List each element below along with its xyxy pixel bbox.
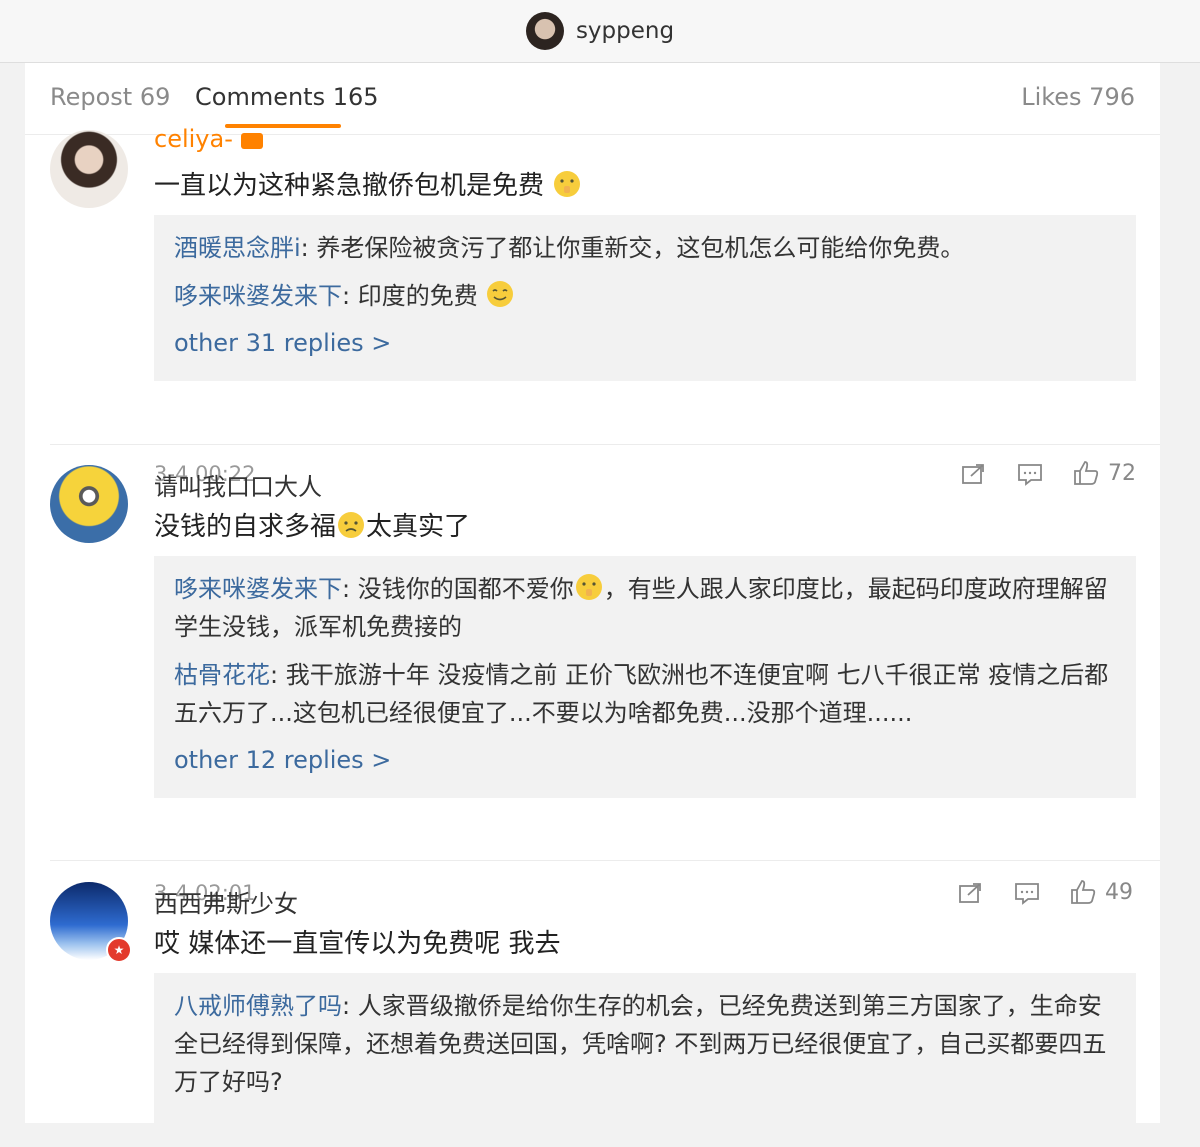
comment-text: 没钱的自求多福 太真实了 (154, 512, 471, 542)
shushing-face-icon (575, 574, 602, 600)
tab-likes[interactable]: Likes 796 (1021, 83, 1135, 111)
thumbs-up-icon (1074, 461, 1099, 485)
reply-username[interactable]: 八戒师傅熟了吗 (174, 992, 342, 1020)
tab-repost[interactable]: Repost 69 (50, 83, 170, 111)
reply-action[interactable] (1017, 462, 1043, 486)
comment-text: 一直以为这种紧急撤侨包机是免费 (154, 165, 582, 202)
verified-badge-icon: ★ (106, 937, 132, 963)
reply-item: 哆来咪婆发来下: 印度的免费 (174, 277, 1116, 315)
comment-username[interactable]: celiya- (154, 125, 263, 153)
repost-action[interactable] (958, 881, 984, 905)
like-count: 49 (1105, 879, 1133, 905)
reply-box: 八戒师傅熟了吗: 人家晋级撤侨是给你生存的机会，已经免费送到第三方国家了，生命安… (154, 973, 1136, 1123)
repost-action[interactable] (961, 462, 987, 486)
sad-face-icon (338, 512, 365, 538)
reply-item: 枯骨花花: 我干旅游十年 没疫情之前 正价飞欧洲也不连便宜啊 七八千很正常 疫情… (174, 661, 1109, 727)
share-icon (962, 464, 984, 484)
smirk-face-icon (487, 281, 514, 307)
reply-item: 哆来咪婆发来下: 没钱你的国都不爱你 ，有些人跟人家印度比，最起码印度政府理解留学… (174, 570, 1116, 646)
avatar[interactable] (50, 465, 128, 543)
divider (50, 860, 1160, 861)
divider (50, 444, 1160, 445)
like-action[interactable]: 72 (1072, 459, 1136, 487)
comment-username[interactable]: 请叫我口口大人 (154, 467, 322, 502)
avatar[interactable] (50, 130, 128, 208)
reply-item: 酒暖思念胖i: 养老保险被贪污了都让你重新交，这包机怎么可能给你免费。 (174, 234, 965, 262)
more-replies-link[interactable]: other 31 replies > (174, 325, 1116, 361)
reply-username[interactable]: 枯骨花花 (174, 661, 270, 689)
share-icon (959, 883, 981, 903)
reply-box: 酒暖思念胖i: 养老保险被贪污了都让你重新交，这包机怎么可能给你免费。 哆来咪婆… (154, 215, 1136, 381)
author-avatar[interactable] (525, 12, 564, 50)
vip-badge-icon (240, 133, 263, 149)
reply-box: 哆来咪婆发来下: 没钱你的国都不爱你 ，有些人跟人家印度比，最起码印度政府理解留学… (154, 556, 1136, 798)
comment-text: 哎 媒体还一直宣传以为免费呢 我去 (154, 929, 561, 959)
reply-item: 八戒师傅熟了吗: 人家晋级撤侨是给你生存的机会，已经免费送到第三方国家了，生命安… (174, 992, 1107, 1096)
reply-username[interactable]: 哆来咪婆发来下 (174, 282, 342, 310)
post-card: Repost 69 Comments 165 Likes 796 celiya-… (25, 63, 1160, 1123)
reply-action[interactable] (1014, 881, 1040, 905)
like-action[interactable]: 49 (1069, 878, 1133, 906)
comment-icon (1015, 883, 1039, 905)
reply-username[interactable]: 酒暖思念胖i (174, 234, 301, 262)
top-bar: syppeng (0, 0, 1200, 63)
like-count: 72 (1108, 460, 1136, 486)
reply-username[interactable]: 哆来咪婆发来下 (174, 575, 342, 603)
more-replies-link[interactable]: other 12 replies > (174, 742, 1116, 778)
comment-icon (1018, 464, 1042, 486)
author-username[interactable]: syppeng (576, 18, 674, 44)
tab-comments[interactable]: Comments 165 (195, 83, 379, 111)
comment-username[interactable]: 西西弗斯少女 (154, 884, 298, 919)
shushing-face-icon (554, 171, 581, 197)
thumbs-up-icon (1071, 880, 1096, 904)
